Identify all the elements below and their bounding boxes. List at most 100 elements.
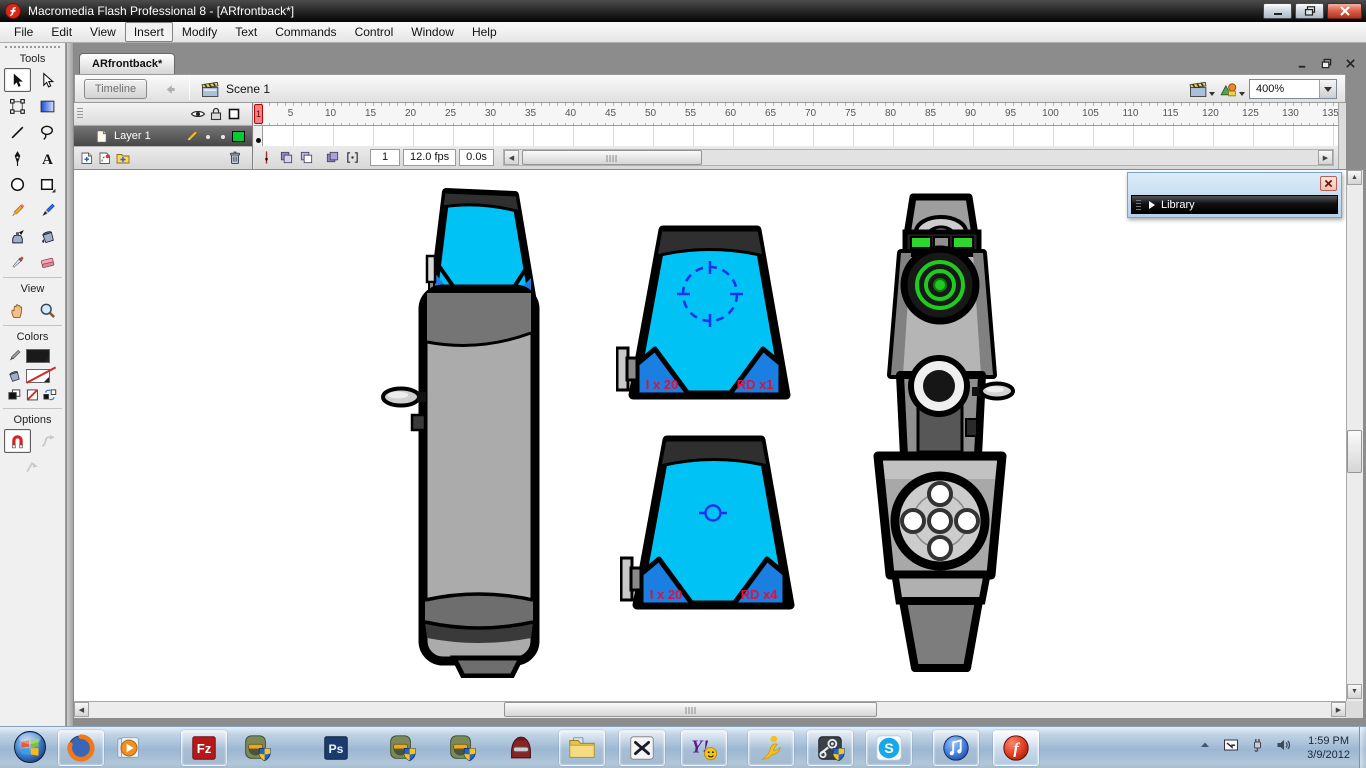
canvas-horizontal-scrollbar[interactable]: ◀ ▶ [74,701,1346,718]
layer-name[interactable]: Layer 1 [114,126,151,147]
keyframe-cell[interactable] [254,126,263,146]
timeline-ruler[interactable]: 1 51015202530354045505560657075808590951… [254,103,1338,126]
show-desktop-button[interactable] [1359,727,1366,768]
library-close-button[interactable] [1320,176,1337,191]
timeline-toggle-button[interactable]: Timeline [84,79,147,99]
layer-visibility-dot[interactable] [206,135,210,139]
elapsed-time-box[interactable]: 0.0s [459,149,494,166]
close-button[interactable] [1327,3,1362,19]
taskbar-itunes-icon[interactable] [933,730,979,766]
canvas-vertical-scrollbar[interactable]: ▲ ▼ [1346,170,1363,701]
straighten-tool[interactable] [19,455,46,479]
frame-rate-box[interactable]: 12.0 fps [403,149,456,166]
menu-item-edit[interactable]: Edit [42,22,81,42]
edit-symbols-button[interactable] [1219,79,1245,99]
fill-color-swatch[interactable] [26,369,50,383]
hand-tool[interactable] [4,298,31,322]
taskbar-flash-icon[interactable]: f [993,730,1039,766]
eyedropper-tool[interactable] [4,250,31,274]
timeline-scroll-right-arrow[interactable]: ▶ [1318,150,1333,165]
menu-item-file[interactable]: File [5,22,42,42]
tray-xfire-icon[interactable] [1223,737,1239,758]
menu-item-window[interactable]: Window [402,22,463,42]
show-hide-layers-icon[interactable] [190,106,206,122]
taskbar-skype-icon[interactable]: S [866,730,912,766]
edit-scene-button[interactable] [1189,79,1215,99]
smooth-tool[interactable] [34,429,61,453]
onion-skin-outlines-button[interactable] [298,149,315,166]
taskbar-clock[interactable]: 1:59 PM 3/9/2012 [1301,734,1356,762]
lasso-tool[interactable] [34,120,61,144]
paint-bucket-tool[interactable] [34,224,61,248]
canvas-vscroll-thumb[interactable] [1347,430,1362,473]
taskbar-aim-icon[interactable] [748,730,794,766]
stage-canvas[interactable]: I x 20RD x1 I x 20RD x4 [74,170,1346,701]
mdi-restore-button[interactable] [1318,57,1334,70]
stage-drawing-sight-screen-rd1[interactable]: I x 20RD x1 [616,216,802,404]
zoom-level-combobox[interactable]: 400% [1249,79,1337,99]
text-tool[interactable]: A [34,146,61,170]
onion-skin-button[interactable] [278,149,295,166]
selection-tool[interactable] [4,68,31,92]
timeline-scroll-thumb[interactable] [522,150,702,165]
layer-lock-dot[interactable] [221,135,225,139]
insert-layer-folder-button[interactable] [115,150,131,166]
oval-tool[interactable] [4,172,31,196]
canvas-scroll-up-arrow[interactable]: ▲ [1347,170,1362,185]
panel-divider[interactable] [67,43,74,726]
taskbar-filezilla-icon[interactable]: Fz [181,730,227,766]
subselection-tool[interactable] [34,68,61,92]
canvas-scroll-left-arrow[interactable]: ◀ [74,702,89,717]
lock-layers-icon[interactable] [208,106,224,122]
modify-onion-markers-button[interactable] [344,149,361,166]
back-arrow-button[interactable] [157,79,181,99]
stage-drawing-scope-side-view[interactable] [376,186,548,678]
timeline-grip[interactable] [77,108,83,120]
swap-colors-button[interactable] [43,389,57,402]
menu-item-text[interactable]: Text [226,22,266,42]
insert-layer-button[interactable] [79,150,95,166]
current-frame-box[interactable]: 1 [370,149,400,166]
timeline-vertical-scroll-strip[interactable] [1338,103,1346,169]
taskbar-firefox-icon[interactable] [58,730,104,766]
no-color-button[interactable] [26,389,40,402]
menu-item-modify[interactable]: Modify [173,22,226,42]
eraser-tool[interactable] [34,250,61,274]
add-motion-guide-button[interactable] [97,150,113,166]
taskbar-halo-helmet-icon[interactable] [498,730,544,766]
tray-speaker-icon[interactable] [1275,737,1291,758]
taskbar-media-player-icon[interactable] [106,730,152,766]
layer-frames-row[interactable] [254,126,1338,147]
mdi-close-button[interactable] [1342,57,1358,70]
layer-outline-color-swatch[interactable] [232,131,245,142]
taskbar-halo-shield-3-icon[interactable] [438,730,484,766]
delete-layer-trash-button[interactable] [227,150,243,166]
menu-item-help[interactable]: Help [463,22,506,42]
stage-drawing-sight-screen-rd4[interactable]: I x 20RD x4 [620,426,806,614]
line-tool[interactable] [4,120,31,144]
free-transform-tool[interactable] [4,94,31,118]
taskbar-halo-shield-2-icon[interactable] [378,730,424,766]
library-expand-arrow-icon[interactable] [1149,201,1155,209]
taskbar-xfire-icon[interactable] [619,730,665,766]
document-tab[interactable]: ARfrontback* [79,53,175,75]
tools-panel-grip[interactable] [5,46,60,50]
taskbar-yahoo-messenger-icon[interactable]: Y! [681,730,727,766]
pencil-tool[interactable] [4,198,31,222]
gradient-transform-tool[interactable] [34,94,61,118]
library-header-bar[interactable]: Library [1131,195,1338,214]
minimize-button[interactable] [1263,3,1292,19]
playhead[interactable]: 1 [254,104,263,124]
taskbar-explorer-icon[interactable] [559,730,605,766]
menu-item-insert[interactable]: Insert [125,22,173,42]
taskbar-steam-icon[interactable] [807,730,853,766]
magnet-tool[interactable] [4,429,31,453]
layer-outlines-icon[interactable] [226,106,242,122]
library-panel[interactable]: Library [1127,172,1342,218]
timeline-horizontal-scrollbar[interactable]: ◀ ▶ [503,149,1334,166]
menu-item-control[interactable]: Control [346,22,403,42]
canvas-scroll-right-arrow[interactable]: ▶ [1331,702,1346,717]
taskbar-photoshop-icon[interactable]: Ps [313,730,359,766]
canvas-hscroll-thumb[interactable] [504,702,877,717]
brush-tool[interactable] [34,198,61,222]
